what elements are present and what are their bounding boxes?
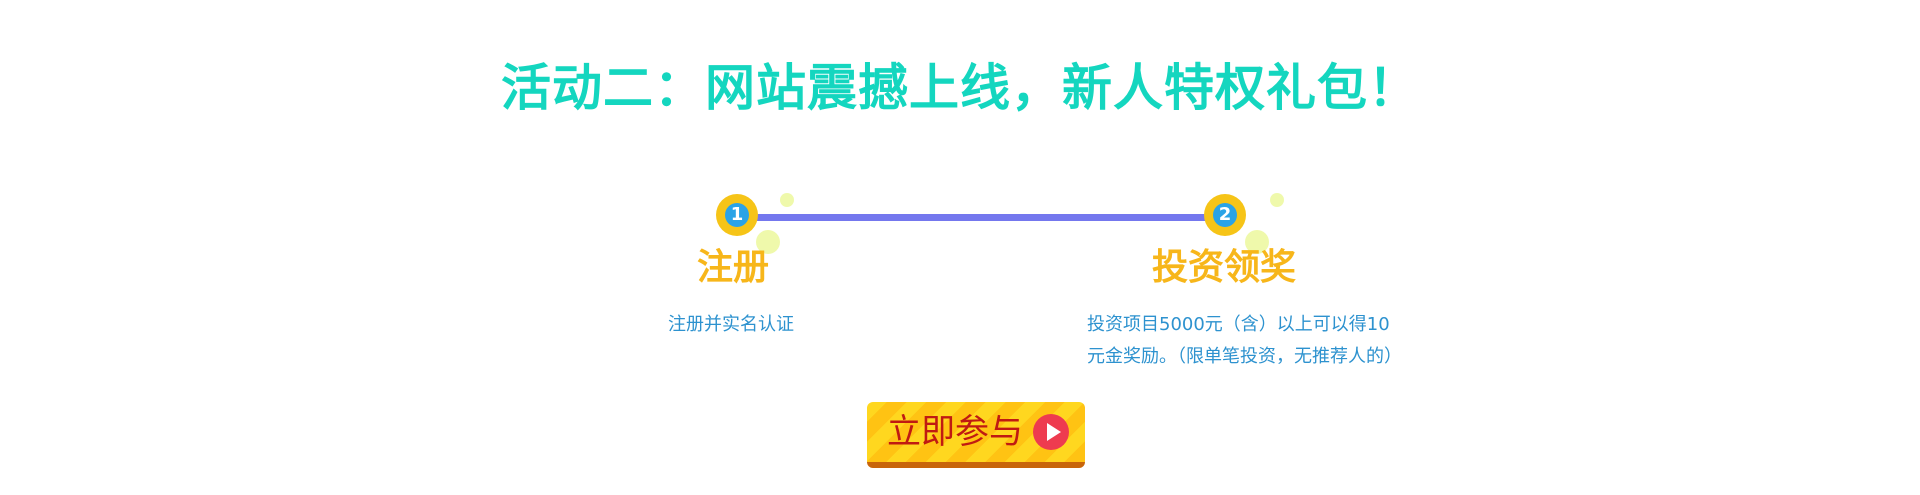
play-icon	[1033, 414, 1069, 450]
decorative-bubble	[1270, 193, 1284, 207]
step-1-description-line: 注册并实名认证	[668, 314, 794, 335]
join-now-button[interactable]: 立即参与	[867, 402, 1085, 468]
step-2-title: 投资领奖	[1151, 247, 1296, 288]
join-now-button-label: 立即参与	[887, 412, 1023, 452]
step-1-marker: 1	[716, 194, 758, 236]
decorative-bubble	[780, 193, 794, 207]
step-1-number: 1	[725, 203, 749, 227]
step-2-marker: 2	[1204, 194, 1246, 236]
step-1-description: 注册并实名认证	[668, 309, 794, 341]
step-2-description-line: 元金奖励。（限单笔投资，无推荐人的）	[1087, 346, 1402, 367]
step-connector-line	[755, 214, 1225, 221]
page-title: 活动二：网站震撼上线，新人特权礼包！	[501, 59, 1419, 117]
step-2-number: 2	[1213, 203, 1237, 227]
step-1-title: 注册	[696, 247, 769, 288]
step-2-description-line: 投资项目5000元（含）以上可以得10	[1087, 314, 1390, 335]
step-2-description: 投资项目5000元（含）以上可以得10 元金奖励。（限单笔投资，无推荐人的）	[1087, 309, 1402, 373]
